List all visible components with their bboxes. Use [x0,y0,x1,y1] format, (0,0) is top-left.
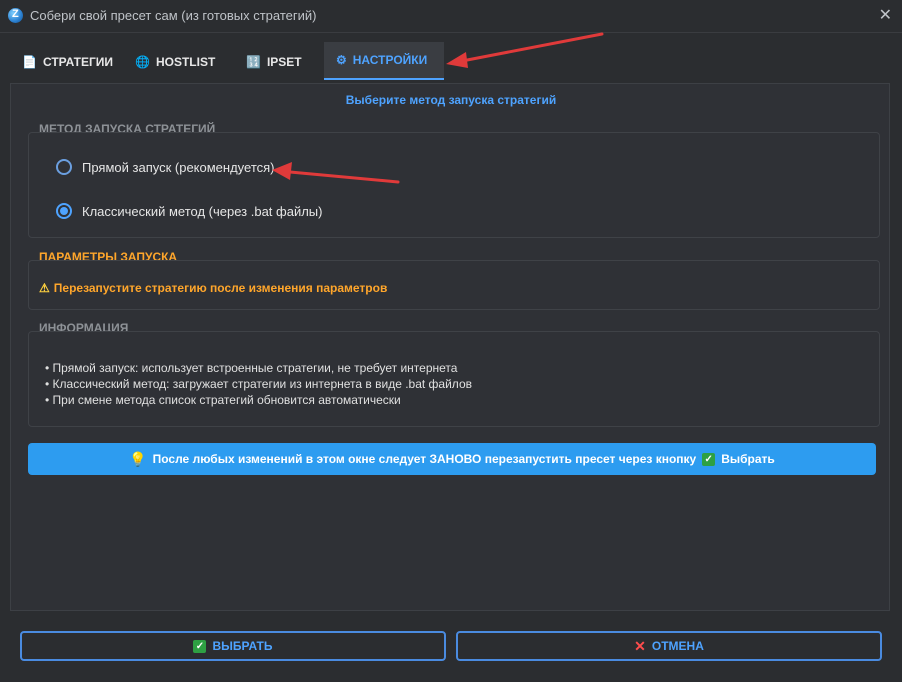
annotation-arrow-settings-tab [446,32,604,68]
annotation-arrows [272,32,604,184]
annotation-arrow-direct-launch [272,162,400,184]
